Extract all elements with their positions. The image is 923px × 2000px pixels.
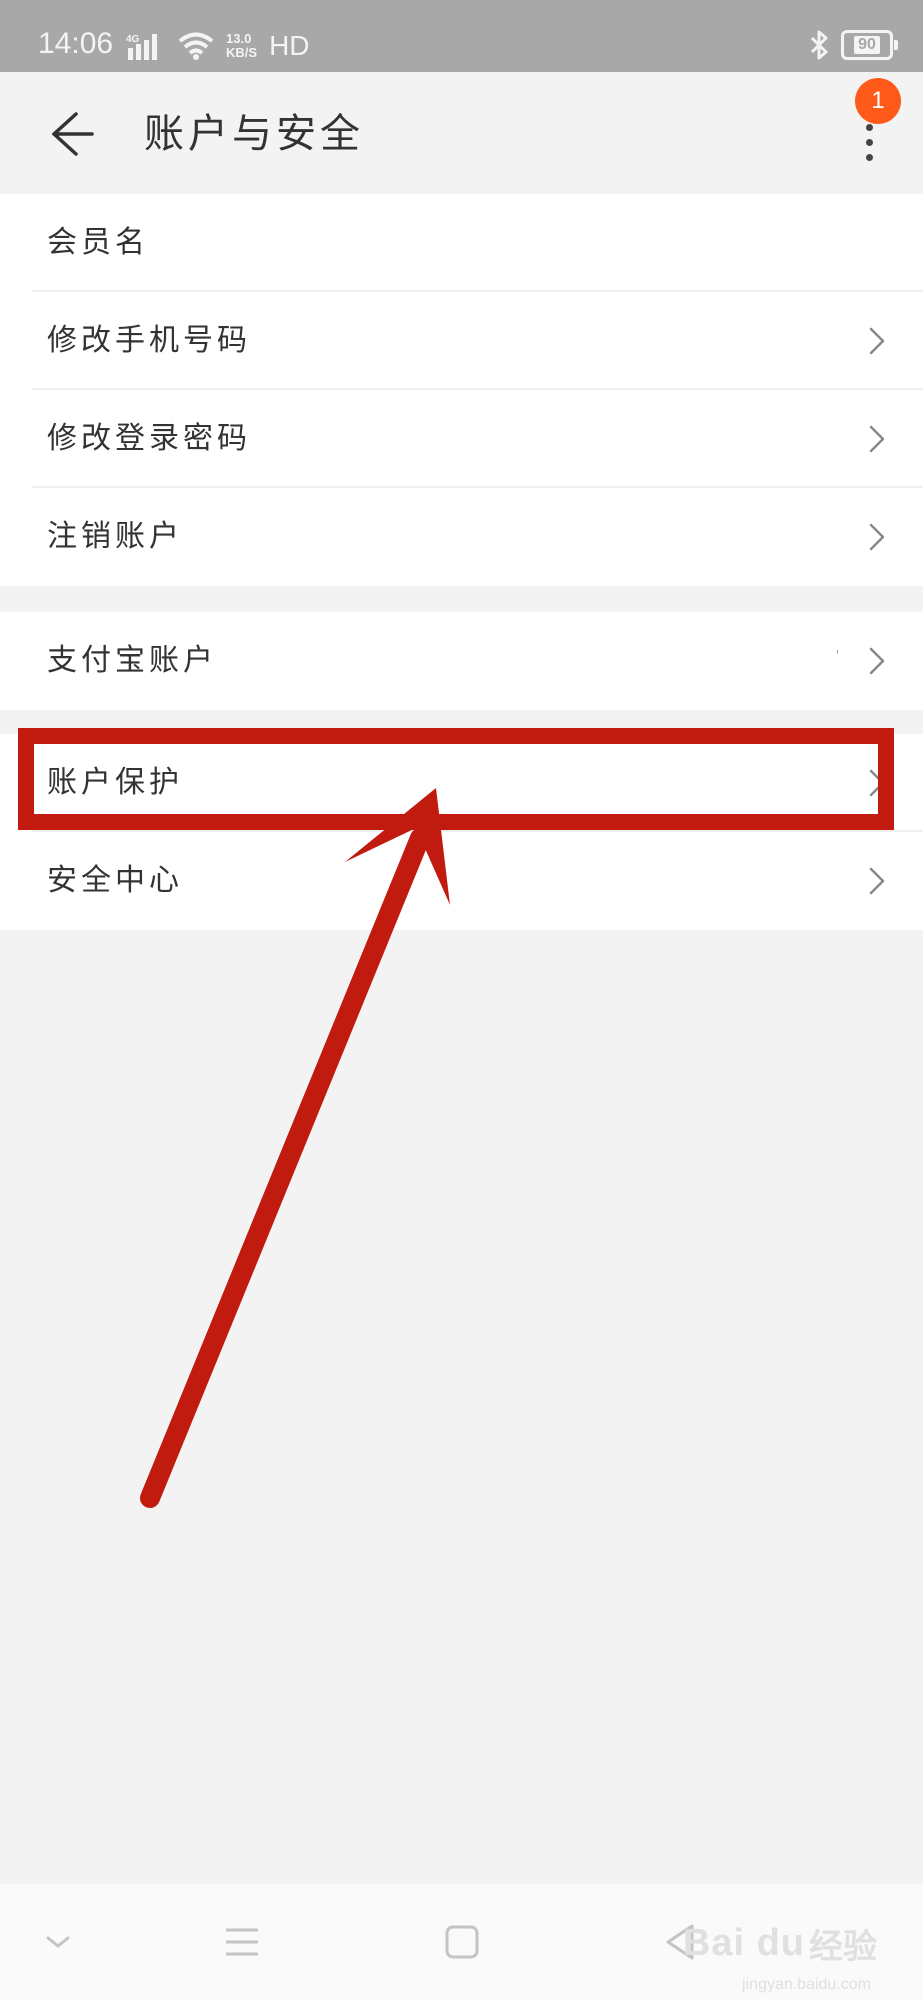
watermark-cn: 经验 xyxy=(809,1928,877,1966)
home-icon xyxy=(445,1925,479,1959)
row-label: 账户保护 xyxy=(47,765,183,800)
nav-menu-button[interactable] xyxy=(218,1918,266,1966)
speed-value: 13.0 xyxy=(226,31,252,46)
row-label: 注销账户 xyxy=(47,519,183,554)
watermark-url: jingyan.baidu.com xyxy=(742,1976,871,1993)
system-nav-bar: Bai du 经验 jingyan.baidu.com xyxy=(0,1884,923,2000)
watermark-logo: Bai du xyxy=(682,1922,805,1964)
row-member-name: 会员名 xyxy=(0,194,923,292)
nav-collapse-button[interactable] xyxy=(34,1918,82,1966)
row-label: 修改登录密码 xyxy=(47,421,251,456)
row-cancel-account[interactable]: 注销账户 xyxy=(0,488,923,586)
back-arrow-icon xyxy=(52,112,94,156)
row-label: 支付宝账户 xyxy=(47,643,217,678)
nav-home-button[interactable] xyxy=(438,1918,486,1966)
row-change-password[interactable]: 修改登录密码 xyxy=(0,390,923,488)
row-label: 修改手机号码 xyxy=(47,323,251,358)
row-label: 会员名 xyxy=(47,225,149,260)
more-options-button[interactable] xyxy=(853,118,885,168)
page-title: 账户与安全 xyxy=(144,111,364,157)
chevron-right-icon xyxy=(869,327,885,355)
row-account-protection[interactable]: 账户保护 xyxy=(0,734,923,832)
network-speed: 13.0 KB/S xyxy=(226,32,257,60)
back-button[interactable] xyxy=(36,102,100,166)
wifi-icon xyxy=(178,32,214,60)
hd-label: HD xyxy=(269,30,310,61)
account-group: 会员名 修改手机号码 修改登录密码 注销账户 xyxy=(0,194,923,586)
baidu-watermark: Bai du 经验 xyxy=(683,1919,877,1968)
status-time: 14:06 xyxy=(38,27,114,60)
chevron-right-icon xyxy=(869,769,885,797)
app-header: 账户与安全 xyxy=(0,72,923,194)
chevron-right-icon xyxy=(869,647,885,675)
menu-icon xyxy=(226,1928,258,1956)
bluetooth-icon xyxy=(810,30,828,60)
signal-icon: 4G xyxy=(126,34,157,60)
speed-unit: KB/S xyxy=(226,45,258,60)
chevron-right-icon xyxy=(869,425,885,453)
battery-level: 90 xyxy=(854,36,880,54)
chevron-right-icon xyxy=(869,867,885,895)
status-right: 90 xyxy=(807,30,898,60)
row-security-center[interactable]: 安全中心 xyxy=(0,832,923,930)
collapse-icon xyxy=(46,1936,70,1948)
notification-badge: 1 xyxy=(855,78,901,124)
network-type: 4G xyxy=(126,34,140,45)
row-change-phone[interactable]: 修改手机号码 xyxy=(0,292,923,390)
chevron-right-icon xyxy=(869,523,885,551)
row-alipay-account[interactable]: 支付宝账户 ' xyxy=(0,612,923,710)
row-value: ' xyxy=(835,648,839,662)
row-label: 安全中心 xyxy=(47,863,183,898)
status-icons-left: 4G 13.0 KB/S HD xyxy=(126,28,310,64)
alipay-group: 支付宝账户 ' xyxy=(0,612,923,710)
battery-icon: 90 xyxy=(841,30,898,60)
security-group: 账户保护 安全中心 xyxy=(0,734,923,930)
status-bar: 14:06 4G 13.0 KB/S HD 90 xyxy=(0,0,923,72)
